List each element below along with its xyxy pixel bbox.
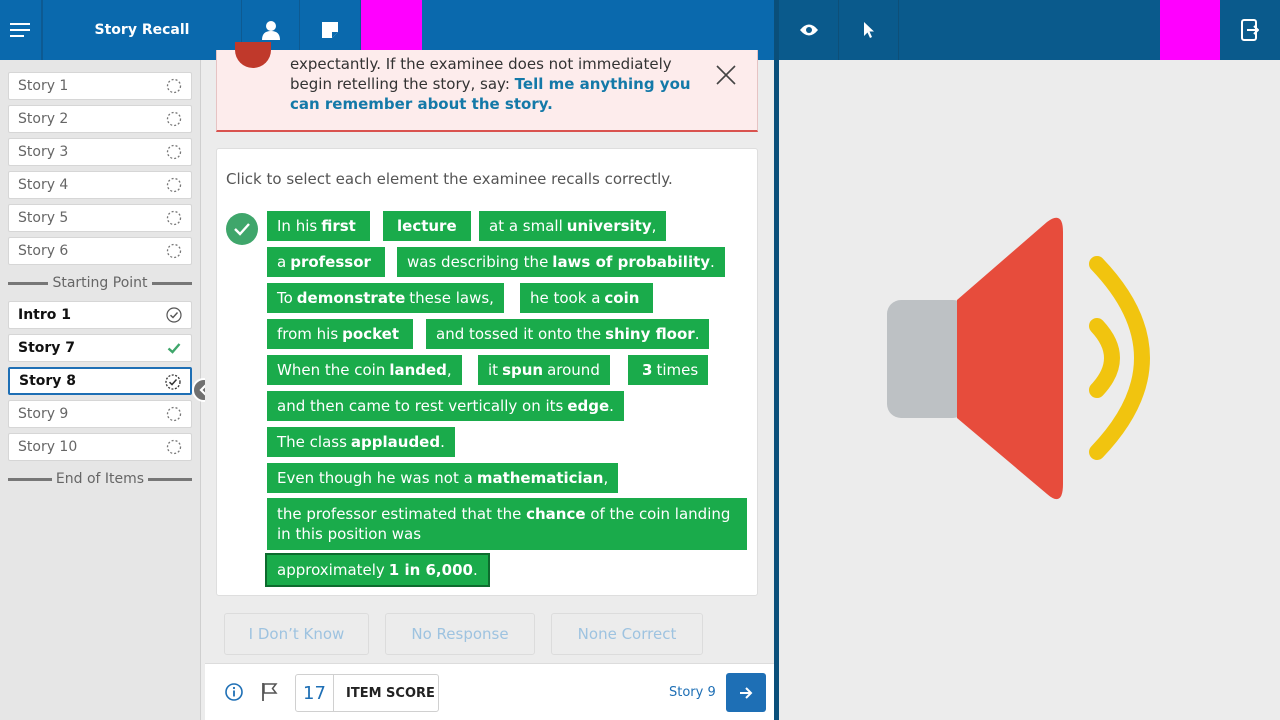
item-score-value: 17 bbox=[296, 675, 334, 711]
sidebar-item-story-3[interactable]: Story 3 bbox=[8, 138, 192, 166]
recall-element-chip[interactable]: he took a coin bbox=[520, 283, 654, 313]
info-icon[interactable] bbox=[225, 683, 243, 701]
alert-icon bbox=[235, 42, 271, 68]
recall-element-chip[interactable]: the professor estimated that the chance … bbox=[267, 498, 747, 550]
alert-line-1: expectantly. If the examinee does not im… bbox=[290, 55, 672, 73]
item-score-label: ITEM SCORE bbox=[346, 685, 435, 701]
scoring-instruction: Click to select each element the examine… bbox=[226, 170, 673, 188]
recall-element-chip[interactable]: and tossed it onto the shiny floor. bbox=[426, 319, 710, 349]
sidebar-item-label: Story 5 bbox=[18, 210, 69, 226]
pending-status-icon bbox=[166, 177, 182, 193]
subtest-title-area: Story Recall bbox=[42, 0, 242, 60]
pending-status-icon bbox=[166, 78, 182, 94]
recall-element-chip[interactable]: Even though he was not a mathematician, bbox=[267, 463, 619, 493]
recall-element-chip[interactable]: from his pocket bbox=[267, 319, 414, 349]
pending-status-icon bbox=[166, 406, 182, 422]
user-icon bbox=[261, 21, 280, 40]
pending-status-icon bbox=[166, 210, 182, 226]
recall-element-chip[interactable]: it spun around bbox=[478, 355, 610, 385]
sidebar-item-label: Story 10 bbox=[18, 439, 78, 455]
flag-icon[interactable] bbox=[261, 682, 279, 702]
in-progress-icon bbox=[165, 374, 181, 390]
check-circle-icon bbox=[166, 307, 182, 323]
sidebar-item-story-10[interactable]: Story 10 bbox=[8, 433, 192, 461]
menu-button[interactable] bbox=[0, 0, 42, 60]
sidebar-item-label: Intro 1 bbox=[18, 307, 72, 323]
none-correct-button[interactable]: None Correct bbox=[551, 613, 703, 655]
sidebar-item-label: Story 4 bbox=[18, 177, 69, 193]
speaker-audio-icon bbox=[887, 217, 1150, 500]
dont-know-button[interactable]: I Don’t Know bbox=[224, 613, 369, 655]
recall-element-chip[interactable]: lecture bbox=[383, 211, 471, 241]
hamburger-menu-icon bbox=[9, 23, 30, 37]
notes-icon bbox=[322, 22, 338, 38]
next-button[interactable] bbox=[726, 673, 766, 712]
preview-button[interactable] bbox=[779, 0, 839, 60]
pending-status-icon bbox=[166, 111, 182, 127]
arrow-right-icon bbox=[740, 686, 753, 699]
sidebar-item-story-5[interactable]: Story 5 bbox=[8, 204, 192, 232]
sidebar-item-story-1[interactable]: Story 1 bbox=[8, 72, 192, 100]
sidebar-item-label: Story 2 bbox=[18, 111, 69, 127]
starting-point-label: Starting Point bbox=[52, 275, 148, 291]
sidebar-item-label: Story 1 bbox=[18, 78, 69, 94]
footer-bar: 17 ITEM SCORE Story 9 bbox=[205, 663, 774, 720]
recall-element-chip[interactable]: The class applauded. bbox=[267, 427, 455, 457]
exit-device-button[interactable] bbox=[1220, 0, 1280, 60]
sidebar-item-story-4[interactable]: Story 4 bbox=[8, 171, 192, 199]
sidebar-item-story-7[interactable]: Story 7 bbox=[8, 334, 192, 362]
next-item-label: Story 9 bbox=[669, 685, 716, 700]
item-score-box[interactable]: 17 ITEM SCORE bbox=[295, 674, 439, 712]
recall-element-chip[interactable]: In his first bbox=[267, 211, 370, 241]
eye-icon bbox=[799, 24, 818, 36]
starting-point-divider: Starting Point bbox=[8, 274, 192, 292]
checkmark-icon bbox=[167, 343, 181, 354]
pending-status-icon bbox=[166, 439, 182, 455]
sidebar-item-story-9[interactable]: Story 9 bbox=[8, 400, 192, 428]
sidebar-item-intro-1[interactable]: Intro 1 bbox=[8, 301, 192, 329]
sidebar-item-label: Story 8 bbox=[19, 373, 77, 389]
examinee-stage bbox=[779, 60, 1280, 720]
end-of-items-divider: End of Items bbox=[8, 470, 193, 488]
sidebar-item-story-8[interactable]: Story 8 bbox=[8, 367, 192, 395]
recall-element-chip-selected[interactable]: approximately 1 in 6,000. bbox=[265, 553, 490, 587]
no-response-button[interactable]: No Response bbox=[385, 613, 535, 655]
sidebar-item-story-6[interactable]: Story 6 bbox=[8, 237, 192, 265]
end-of-items-label: End of Items bbox=[55, 471, 145, 487]
item-panel: expectantly. If the examinee does not im… bbox=[205, 42, 774, 720]
sidebar-item-label: Story 3 bbox=[18, 144, 69, 160]
redacted-block-2 bbox=[1160, 0, 1220, 60]
alert-line-2: begin retelling the story, say: bbox=[290, 75, 515, 93]
instruction-alert: expectantly. If the examinee does not im… bbox=[216, 42, 758, 132]
sidebar-item-label: Story 6 bbox=[18, 243, 69, 259]
recall-element-chip[interactable]: at a small university, bbox=[479, 211, 667, 241]
recall-element-chip[interactable]: was describing the laws of probability. bbox=[397, 247, 725, 277]
page-title: Story Recall bbox=[94, 22, 190, 38]
sidebar-item-story-2[interactable]: Story 2 bbox=[8, 105, 192, 133]
sidebar-item-label: Story 9 bbox=[18, 406, 69, 422]
recall-element-chip[interactable]: When the coin landed, bbox=[267, 355, 462, 385]
recall-element-chip[interactable]: a professor bbox=[267, 247, 385, 277]
exit-device-icon bbox=[1241, 19, 1259, 41]
recall-element-chip[interactable]: and then came to rest vertically on its e… bbox=[267, 391, 624, 421]
pending-status-icon bbox=[166, 243, 182, 259]
recall-element-chip[interactable]: 3 times bbox=[628, 355, 709, 385]
recall-element-chip[interactable]: To demonstrate these laws, bbox=[267, 283, 504, 313]
close-icon[interactable] bbox=[715, 64, 737, 86]
pointer-button[interactable] bbox=[839, 0, 899, 60]
alert-text: expectantly. If the examinee does not im… bbox=[290, 54, 710, 114]
sidebar-item-label: Story 7 bbox=[18, 340, 76, 356]
pointer-icon bbox=[863, 22, 874, 38]
item-sidebar: Story 1 Story 2 Story 3 Story 4 Story 5 … bbox=[0, 60, 201, 720]
all-correct-check-icon[interactable] bbox=[226, 213, 258, 245]
pending-status-icon bbox=[166, 144, 182, 160]
